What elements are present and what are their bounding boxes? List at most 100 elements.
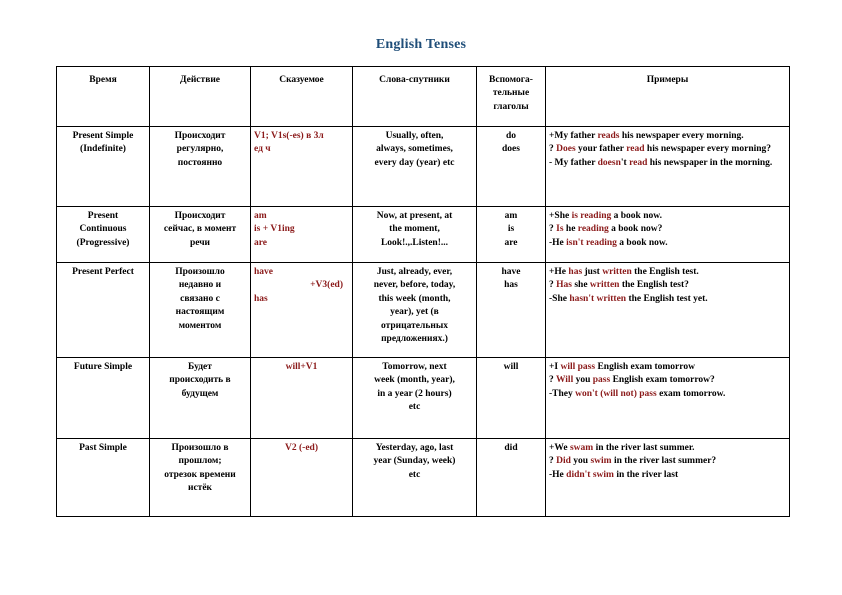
example-sentence: -He isn't reading a book now. xyxy=(549,237,786,250)
example-text: English exam tomorrow? xyxy=(610,375,715,386)
column-header-action: Действие xyxy=(149,66,251,127)
page-title: English Tenses xyxy=(375,37,467,52)
cell-signal-words: Yesterday, ago, last year (Sunday, week) e… xyxy=(352,438,477,517)
example-text: -He xyxy=(549,237,567,248)
signal-word-line-2: week (month, year), xyxy=(374,375,455,386)
example-highlight: read xyxy=(629,157,648,168)
cell-auxiliary-verbs: have has xyxy=(476,262,546,358)
example-highlight: reading xyxy=(577,224,609,235)
aux-header-line-1: Вспомога- xyxy=(489,75,533,85)
example-text: in the river last summer. xyxy=(593,443,695,453)
example-highlight: swim xyxy=(590,456,612,467)
signal-word-line-2: never, before, today, xyxy=(373,280,456,291)
example-highlight: will pass xyxy=(560,362,596,372)
cell-tense-name: Future Simple xyxy=(56,357,150,439)
column-header-time: Время xyxy=(56,66,150,127)
cell-action-description: Будет происходить в будущем xyxy=(149,357,251,439)
cell-predicate-formula: am is + V1ing are xyxy=(250,206,353,263)
example-sentence: ? Does your father read his newspaper ev… xyxy=(549,143,786,156)
example-highlight: Has xyxy=(556,280,572,291)
cell-signal-words: Usually, often, always, sometimes, every d… xyxy=(352,126,477,207)
example-sentence: -She hasn't written the English test yet… xyxy=(549,293,786,306)
predicate-line-2: ед ч xyxy=(254,144,271,155)
example-text: 't xyxy=(620,157,630,168)
cell-tense-name: Past Simple xyxy=(56,438,150,517)
auxiliary-verb-line-2: has xyxy=(504,280,518,291)
example-text: he xyxy=(563,224,578,235)
signal-word-line-1: Tomorrow, next xyxy=(382,362,447,372)
example-text: -He xyxy=(549,469,567,480)
tense-name-line-3: (Progressive) xyxy=(76,237,130,248)
cell-examples: +We swam in the river last summer.? Did … xyxy=(545,438,790,517)
predicate-line-2: +V3(ed) xyxy=(310,280,343,291)
example-highlight: Did xyxy=(556,456,571,467)
example-highlight: written xyxy=(589,280,620,291)
example-text: his newspaper every morning. xyxy=(619,131,744,141)
example-text: the English test? xyxy=(619,280,689,291)
signal-word-line-3: this week (month, xyxy=(378,293,451,304)
example-text: your father xyxy=(575,144,627,155)
auxiliary-verb-line-1: did xyxy=(504,443,518,453)
predicate-line-1: will+V1 xyxy=(285,362,318,372)
example-highlight: isn't reading xyxy=(566,237,617,248)
example-highlight: Does xyxy=(556,144,576,155)
table-row: Present Simple (Indefinite) Происходит регу… xyxy=(56,126,790,207)
table-row: Present Continuous (Progressive) Происходит… xyxy=(56,206,790,263)
signal-word-line-5: отрицательных xyxy=(380,320,449,331)
action-line-2: недавно и xyxy=(178,280,222,291)
signal-word-line-2: the moment, xyxy=(389,224,440,235)
example-sentence: -He didn't swim in the river last xyxy=(549,469,786,482)
action-line-3: постоянно xyxy=(177,157,223,168)
example-sentence: ? Is he reading a book now? xyxy=(549,223,786,236)
example-text: in the river last xyxy=(613,469,679,480)
example-text: his newspaper in the morning. xyxy=(647,157,773,168)
auxiliary-verb-line-3: are xyxy=(504,237,518,248)
signal-word-line-4: etc xyxy=(408,402,421,413)
action-line-3: отрезок времени xyxy=(164,469,236,480)
example-text: a book now. xyxy=(616,237,668,248)
example-text: in the river last summer? xyxy=(611,456,717,467)
cell-tense-name: Present Continuous (Progressive) xyxy=(56,206,150,263)
example-sentence: - My father doesn't read his newspaper i… xyxy=(549,157,786,170)
signal-word-line-3: Look!.,.Listen!... xyxy=(380,237,449,248)
example-sentence: +He has just written the English test. xyxy=(549,266,786,279)
tense-name-line-2: (Indefinite) xyxy=(80,144,126,155)
action-line-3: будущем xyxy=(181,388,219,399)
auxiliary-verb-line-1: have xyxy=(501,267,521,277)
signal-word-line-1: Yesterday, ago, last xyxy=(375,443,454,453)
signal-word-line-1: Usually, often, xyxy=(385,131,444,141)
example-sentence: +We swam in the river last summer. xyxy=(549,442,786,455)
example-text: you xyxy=(573,375,593,386)
example-highlight: won't (will not) pass xyxy=(575,388,657,399)
action-line-2: регулярно, xyxy=(176,144,224,155)
action-line-1: Будет xyxy=(188,362,212,372)
predicate-line-3: are xyxy=(254,237,268,248)
signal-word-line-4: year), yet (в xyxy=(390,307,439,318)
predicate-line-1: V1; V1s(-es) в 3л xyxy=(254,131,324,141)
signal-word-line-6: предложениях.) xyxy=(381,334,448,345)
example-sentence: ? Will you pass English exam tomorrow? xyxy=(549,374,786,387)
example-text: +He xyxy=(549,267,569,277)
predicate-line-1: have xyxy=(254,267,273,277)
example-text: +She xyxy=(549,211,572,221)
cell-action-description: Произошло в прошлом; отрезок времени истёк xyxy=(149,438,251,517)
example-text: a book now. xyxy=(611,211,662,221)
action-line-3: речи xyxy=(189,237,211,248)
cell-auxiliary-verbs: did xyxy=(476,438,546,517)
example-text: a book now? xyxy=(608,224,663,235)
example-highlight: read xyxy=(626,144,645,155)
cell-examples: +He has just written the English test.? … xyxy=(545,262,790,358)
tense-name-line-1: Past Simple xyxy=(79,443,127,453)
example-highlight: is reading xyxy=(571,211,612,221)
cell-predicate-formula: V1; V1s(-es) в 3л ед ч xyxy=(250,126,353,207)
cell-predicate-formula: will+V1 xyxy=(250,357,353,439)
cell-auxiliary-verbs: do does xyxy=(476,126,546,207)
example-text: +I xyxy=(549,362,561,372)
example-highlight: swam xyxy=(569,443,594,453)
example-highlight: has xyxy=(568,267,583,277)
tense-name-line-1: Present Perfect xyxy=(72,267,134,277)
example-sentence: +I will pass English exam tomorrow xyxy=(549,361,786,374)
example-text: just xyxy=(582,267,603,277)
predicate-line-3: has xyxy=(254,293,268,304)
action-line-4: настоящим xyxy=(175,307,225,318)
